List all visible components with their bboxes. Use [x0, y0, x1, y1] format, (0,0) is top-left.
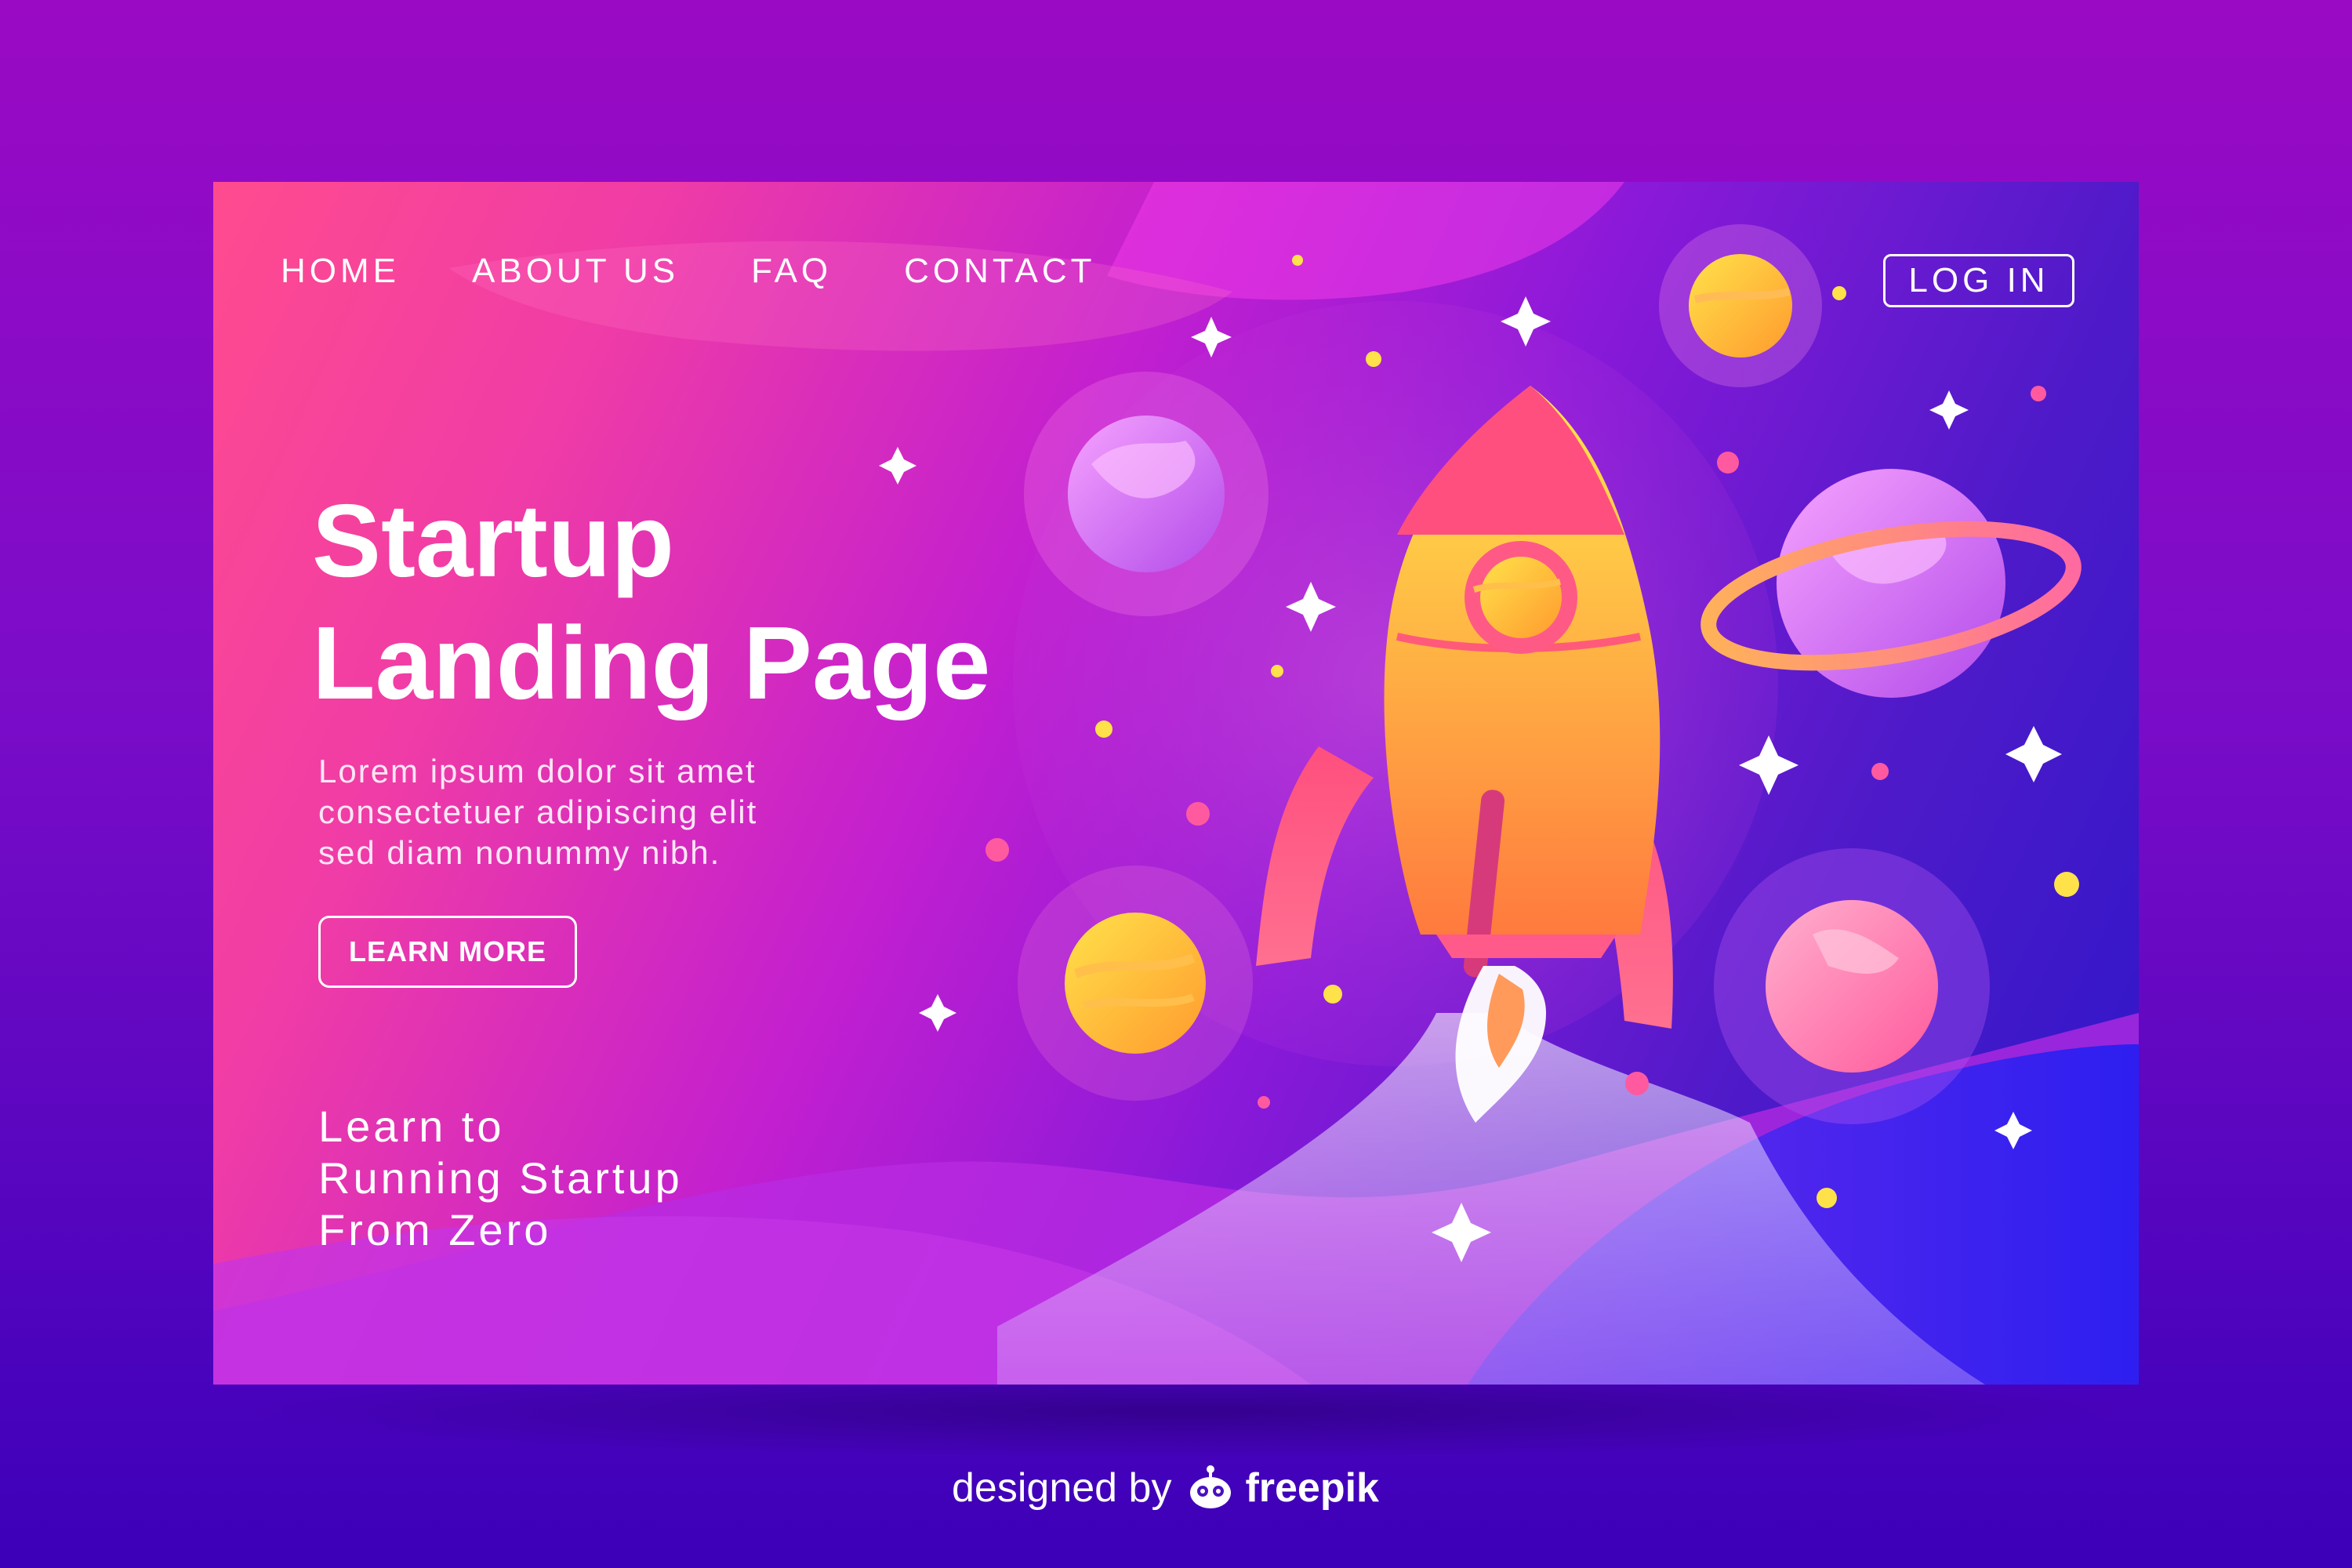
hero-description-line: Lorem ipsum dolor sit amet — [318, 753, 757, 789]
hero-tagline-line: Learn to — [318, 1102, 505, 1151]
nav-faq[interactable]: FAQ — [751, 254, 832, 289]
landing-card: HOME ABOUT US FAQ CONTACT LOG IN Startup… — [213, 182, 2139, 1385]
nav-home[interactable]: HOME — [281, 254, 400, 289]
planet-icon — [1018, 866, 1253, 1101]
hero-tagline: Learn to Running Startup From Zero — [318, 1101, 683, 1256]
nav-about-us[interactable]: ABOUT US — [472, 254, 679, 289]
freepik-logo-icon — [1190, 1465, 1232, 1508]
nav-contact[interactable]: CONTACT — [904, 254, 1095, 289]
hero-description-line: consectetuer adipiscing elit — [318, 793, 758, 830]
hero-title-line: Landing Page — [312, 605, 991, 720]
freepik-credit: designed by freepik — [952, 1465, 1379, 1512]
hero-tagline-line: Running Startup — [318, 1153, 683, 1203]
hero-description-line: sed diam nonummy nibh. — [318, 834, 721, 871]
hero-title-line: Startup — [312, 483, 674, 598]
credit-brand: freepik — [1245, 1465, 1379, 1511]
credit-prefix: designed by — [952, 1465, 1172, 1511]
planet-icon — [1714, 848, 1990, 1124]
hero-title: Startup Landing Page — [312, 480, 990, 724]
hero-tagline-line: From Zero — [318, 1205, 552, 1254]
main-nav: HOME ABOUT US FAQ CONTACT — [281, 254, 1168, 289]
ringed-planet-icon — [1700, 469, 2082, 698]
planet-icon — [1024, 372, 1269, 616]
login-button[interactable]: LOG IN — [1883, 254, 2074, 307]
learn-more-button[interactable]: LEARN MORE — [318, 916, 577, 988]
planet-icon — [1659, 224, 1822, 387]
hero-description: Lorem ipsum dolor sit amet consectetuer … — [318, 751, 914, 873]
